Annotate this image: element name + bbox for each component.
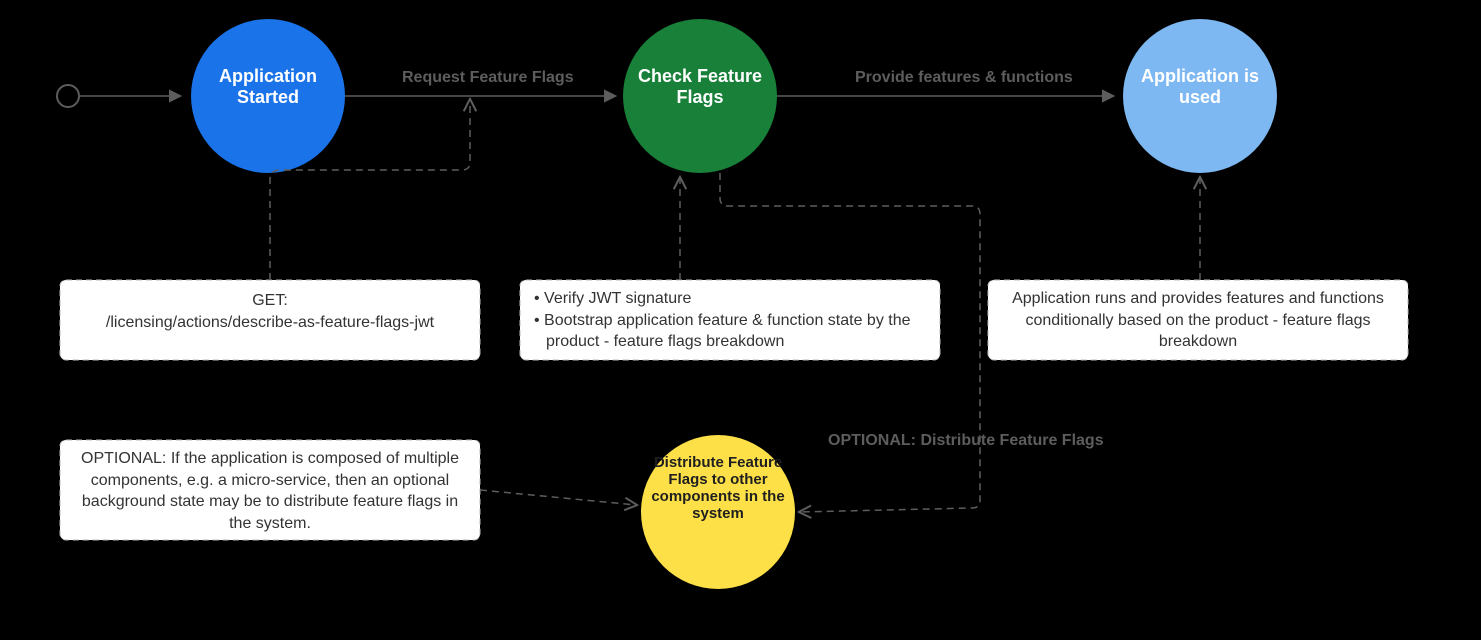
edge-label-provide: Provide features & functions [855, 69, 1073, 86]
state-label: Application is used [1141, 66, 1259, 107]
note-bullet: Verify JWT signature [544, 290, 691, 307]
state-application-started: Application Started [191, 19, 345, 173]
state-distribute-flags: Distribute Feature Flags to other compon… [641, 435, 795, 589]
state-check-feature-flags: Check Feature Flags [623, 19, 777, 173]
state-application-used: Application is used [1123, 19, 1277, 173]
state-label: Check Feature Flags [638, 66, 762, 107]
initial-state [57, 85, 79, 107]
state-label: Application Started [219, 66, 317, 107]
edge-label-distribute: OPTIONAL: Distribute Feature Flags [828, 432, 1104, 449]
note-text: OPTIONAL: If the application is composed… [81, 450, 459, 532]
note-bullet: Bootstrap application feature & function… [544, 312, 910, 351]
note-api: GET: /licensing/actions/describe-as-feat… [60, 280, 480, 360]
flow-diagram: Application Started Request Feature Flag… [0, 0, 1481, 640]
note-line: GET: [70, 290, 470, 312]
note-connector [480, 490, 636, 505]
note-text: Application runs and provides features a… [1012, 290, 1384, 350]
note-used: Application runs and provides features a… [988, 280, 1408, 360]
edge-label-request: Request Feature Flags [402, 69, 574, 86]
note-line: /licensing/actions/describe-as-feature-f… [70, 312, 470, 334]
note-distribute: OPTIONAL: If the application is composed… [60, 440, 480, 540]
note-check: • Verify JWT signature • Bootstrap appli… [520, 280, 940, 360]
state-label: Distribute Feature Flags to other compon… [651, 454, 784, 522]
